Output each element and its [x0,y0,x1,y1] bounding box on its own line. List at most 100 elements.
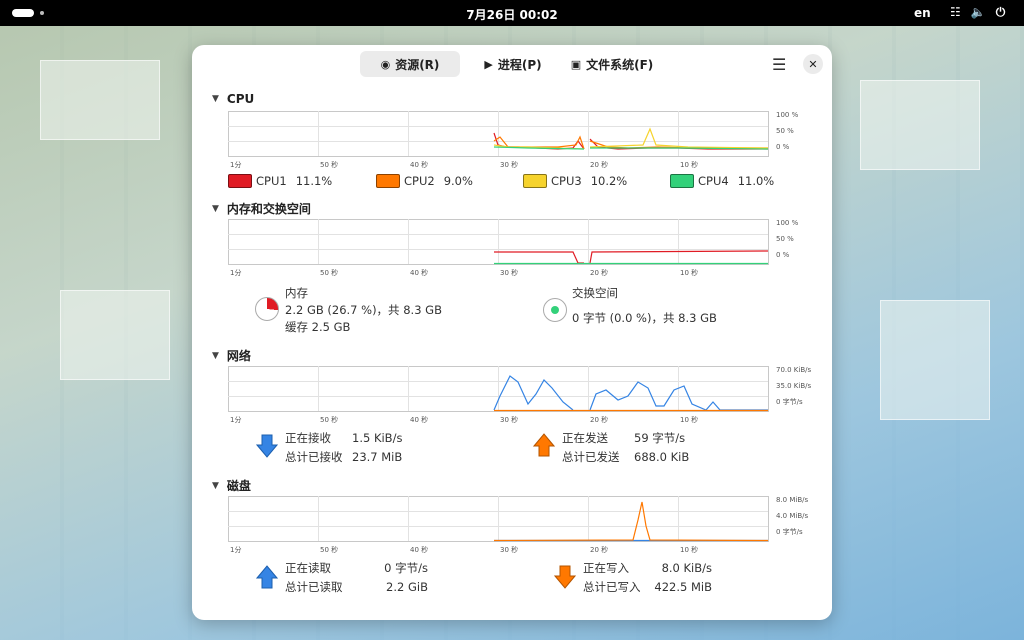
time-tick-label: 20 秒 [590,545,608,554]
read-arrow-icon[interactable] [256,565,278,589]
sending-value: 59 字节/s [634,431,686,445]
disk-history-graph: 1分 50 秒 40 秒 30 秒 20 秒 10 秒 8.0 MiB/s 4.0 MiB/s… [228,496,809,554]
network-icon: ☷ [950,5,961,19]
swap-dot-icon [551,306,559,314]
play-icon: ▶ [484,57,493,71]
time-tick-label: 30 秒 [500,545,518,554]
cpu-name: CPU2 [404,174,435,188]
cpu1-legend[interactable]: CPU1 11.1% [228,174,332,188]
top-bar: 7月26日 00:02 en ☷ 🔈 ⏻ [0,0,1024,26]
total-received-label: 总计已接收 [285,450,343,464]
wallpaper-block [60,290,170,380]
tab-label: 进程(P) [497,57,542,72]
y-tick-label: 8.0 MiB/s [776,496,809,504]
time-tick-label: 30 秒 [500,415,518,424]
system-monitor-window: ◉ 资源(R) ▶ 进程(P) ▣ 文件系统(F) ☰ ✕ ▼ CPU 1分 50… [192,45,832,620]
time-tick-label: 1分 [230,268,241,277]
network-history-graph: 1分 50 秒 40 秒 30 秒 20 秒 10 秒 70.0 KiB/s 35.0 KiB… [228,366,812,424]
send-labels: 正在发送 总计已发送 [562,429,620,467]
color-swatch[interactable] [670,174,694,188]
time-tick-label: 50 秒 [320,415,338,424]
total-written-label: 总计已写入 [583,580,641,594]
writing-label: 正在写入 [583,561,629,575]
swap-label: 交换空间 [572,286,618,300]
time-tick-label: 40 秒 [410,545,428,554]
color-swatch[interactable] [228,174,252,188]
write-labels: 正在写入 总计已写入 [583,559,641,597]
cpu-name: CPU4 [698,174,729,188]
time-tick-label: 10 秒 [680,545,698,554]
header-bar: ◉ 资源(R) ▶ 进程(P) ▣ 文件系统(F) ☰ ✕ [192,45,832,85]
tab-file-systems[interactable]: ▣ 文件系统(F) [566,51,658,77]
time-tick-label: 30 秒 [500,268,518,277]
memory-pie-icon[interactable] [255,297,279,321]
receive-labels: 正在接收 总计已接收 [285,429,343,467]
memory-info: 内存 2.2 GB (26.7 %)，共 8.3 GB 缓存 2.5 GB [285,285,442,336]
receive-values: 1.5 KiB/s 23.7 MiB [352,429,410,467]
swap-pie-icon[interactable] [543,298,567,322]
write-arrow-icon[interactable] [554,565,576,589]
time-tick-label: 50 秒 [320,545,338,554]
y-tick-label: 4.0 MiB/s [776,512,809,520]
tab-processes[interactable]: ▶ 进程(P) [474,51,552,77]
download-arrow-icon[interactable] [256,434,278,458]
chevron-down-icon: ▼ [212,94,219,104]
color-swatch[interactable] [523,174,547,188]
cpu4-legend[interactable]: CPU4 11.0% [670,174,774,188]
tab-label: 资源(R) [395,57,440,72]
receiving-value: 1.5 KiB/s [352,431,403,445]
tab-label: 文件系统(F) [586,57,654,72]
memory-history-graph: 1分 50 秒 40 秒 30 秒 20 秒 10 秒 100 % 50 % 0 % [228,219,799,277]
cpu-history-graph: 1分 50 秒 40 秒 30 秒 20 秒 10 秒 100 % 50 % 0 % [228,111,799,169]
cpu-name: CPU1 [256,174,287,188]
cpu-value: 9.0% [443,174,473,188]
time-tick-label: 10 秒 [680,268,698,277]
cpu-section-header[interactable]: ▼ CPU [212,92,254,106]
chevron-down-icon: ▼ [212,350,219,361]
reading-label: 正在读取 [285,561,331,575]
time-tick-label: 50 秒 [320,268,338,277]
writing-value: 8.0 KiB/s [661,561,712,575]
reading-value: 0 字节/s [384,561,428,575]
cpu-value: 11.0% [737,174,775,188]
read-values: 0 字节/s 2.2 GiB [356,559,428,597]
time-tick-label: 10 秒 [680,160,698,169]
y-tick-label: 100 % [776,111,799,119]
system-tray[interactable]: ☷ 🔈 ⏻ [950,5,1005,20]
cpu3-legend[interactable]: CPU3 10.2% [523,174,627,188]
y-tick-label: 0 % [776,251,790,259]
read-labels: 正在读取 总计已读取 [285,559,343,597]
wallpaper-block [860,80,980,170]
close-button[interactable]: ✕ [803,54,823,74]
time-tick-label: 30 秒 [500,160,518,169]
swap-usage: 0 字节 (0.0 %)，共 8.3 GB [572,311,717,325]
chevron-down-icon: ▼ [212,203,219,214]
y-tick-label: 35.0 KiB/s [776,382,812,390]
menu-button[interactable]: ☰ [772,55,786,74]
power-icon: ⏻ [995,5,1006,19]
receiving-label: 正在接收 [285,431,331,445]
y-tick-label: 100 % [776,219,799,227]
y-tick-label: 50 % [776,127,794,135]
tab-resources[interactable]: ◉ 资源(R) [360,51,460,77]
time-tick-label: 40 秒 [410,160,428,169]
color-swatch[interactable] [376,174,400,188]
send-values: 59 字节/s 688.0 KiB [634,429,704,467]
network-section-header[interactable]: ▼ 网络 [212,347,251,364]
time-tick-label: 40 秒 [410,268,428,277]
cpu-name: CPU3 [551,174,582,188]
total-read-value: 2.2 GiB [386,580,428,594]
y-tick-label: 0 字节/s [776,397,803,406]
input-language[interactable]: en [914,6,931,20]
section-title: 磁盘 [226,479,251,493]
y-tick-label: 50 % [776,235,794,243]
disk-section-header[interactable]: ▼ 磁盘 [212,477,251,494]
section-title: CPU [226,92,255,106]
time-tick-label: 1分 [230,545,241,554]
memory-section-header[interactable]: ▼ 内存和交换空间 [212,200,311,217]
time-tick-label: 10 秒 [680,415,698,424]
cpu2-legend[interactable]: CPU2 9.0% [376,174,473,188]
clock[interactable]: 7月26日 00:02 [0,6,1024,23]
upload-arrow-icon[interactable] [533,433,555,457]
swap-info: 交换空间 0 字节 (0.0 %)，共 8.3 GB [572,285,717,327]
